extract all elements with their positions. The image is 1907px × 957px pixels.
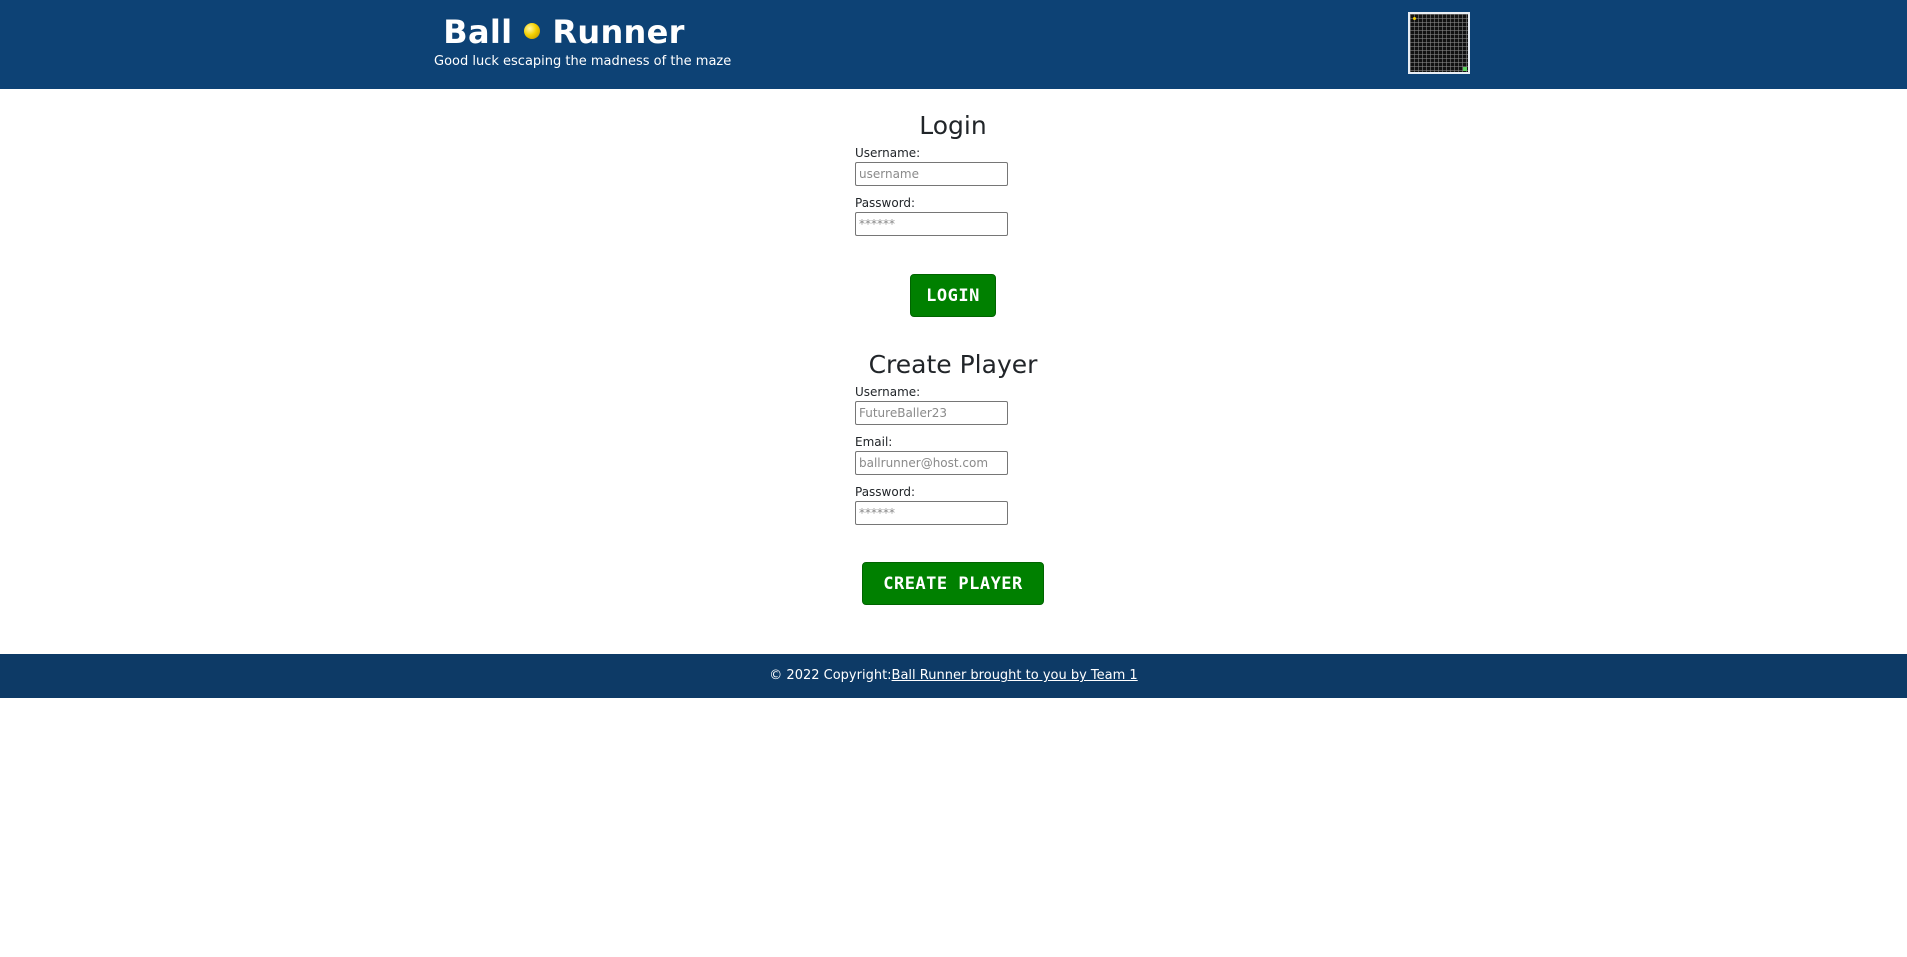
login-username-label: Username: <box>855 146 921 160</box>
site-title-left: Ball <box>443 13 513 51</box>
site-title-right: Runner <box>552 13 685 51</box>
create-player-section: Create Player Username: Email: Password: <box>855 350 1051 525</box>
create-username-input[interactable] <box>855 401 1008 425</box>
brand: Ball Runner Good luck escaping the madnes… <box>434 12 732 70</box>
footer-copyright: © 2022 Copyright: <box>769 668 892 683</box>
ball-icon <box>524 23 541 39</box>
site-header: Ball Runner Good luck escaping the madnes… <box>0 0 1907 89</box>
create-player-heading: Create Player <box>868 350 1038 379</box>
login-section: Login Username: Password: <box>855 111 1051 236</box>
site-tagline: Good luck escaping the madness of the ma… <box>434 54 732 69</box>
site-footer: © 2022 Copyright:Ball Runner brought to … <box>0 654 1907 698</box>
maze-thumbnail-icon[interactable] <box>1408 12 1470 74</box>
login-password-input[interactable] <box>855 212 1008 236</box>
maze-player-dot <box>1413 17 1416 20</box>
create-password-label: Password: <box>855 485 916 499</box>
login-password-label: Password: <box>855 196 916 210</box>
footer-team-link[interactable]: Ball Runner brought to you by Team 1 <box>892 668 1138 683</box>
create-email-label: Email: <box>855 435 893 449</box>
login-button[interactable]: LOGIN <box>910 274 996 317</box>
login-username-input[interactable] <box>855 162 1008 186</box>
create-email-input[interactable] <box>855 451 1008 475</box>
login-heading: Login <box>919 111 987 140</box>
maze-exit-marker <box>1463 67 1467 71</box>
site-title[interactable]: Ball Runner <box>434 12 694 52</box>
create-password-input[interactable] <box>855 501 1008 525</box>
create-player-button[interactable]: CREATE PLAYER <box>862 562 1044 605</box>
create-username-label: Username: <box>855 385 921 399</box>
